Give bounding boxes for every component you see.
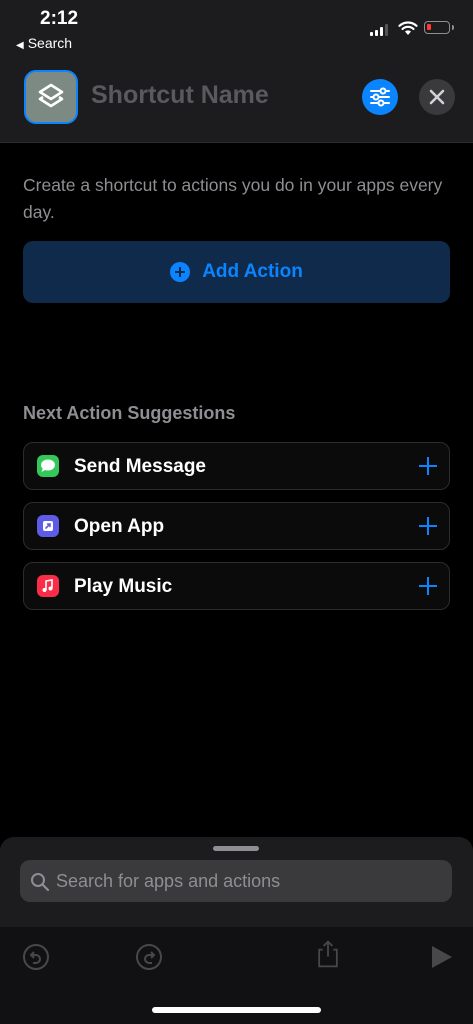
shortcut-icon-button[interactable] — [24, 70, 78, 124]
undo-icon[interactable] — [21, 942, 51, 972]
status-bar: 2:12 ◀ Search — [0, 0, 473, 58]
redo-icon[interactable] — [134, 942, 164, 972]
battery-level — [427, 24, 431, 30]
suggestion-label: Play Music — [74, 576, 173, 597]
add-suggestion-plus-icon[interactable] — [419, 517, 437, 535]
add-action-button[interactable]: Add Action — [23, 241, 450, 303]
back-app-label: Search — [27, 35, 73, 51]
home-indicator[interactable] — [152, 1007, 321, 1013]
add-action-label: Add Action — [202, 261, 303, 282]
editor-header: Shortcut Name — [0, 58, 473, 143]
back-triangle-icon: ◀ — [16, 40, 24, 51]
sheet-grabber[interactable] — [213, 846, 259, 851]
add-suggestion-plus-icon[interactable] — [419, 457, 437, 475]
search-icon — [31, 873, 50, 892]
add-suggestion-plus-icon[interactable] — [419, 577, 437, 595]
wifi-icon — [398, 21, 418, 35]
layers-icon — [38, 83, 64, 108]
cellular-signal-icon — [370, 24, 390, 36]
battery-icon — [424, 21, 454, 34]
suggestion-play-music[interactable]: Play Music — [23, 562, 450, 610]
details-settings-button[interactable] — [362, 79, 398, 115]
suggestion-label: Open App — [74, 516, 165, 537]
open-app-icon — [37, 515, 59, 537]
search-field[interactable] — [20, 860, 452, 902]
suggestion-send-message[interactable]: Send Message — [23, 442, 450, 490]
close-button[interactable] — [419, 79, 455, 115]
action-search-sheet — [0, 837, 473, 1024]
suggestions-heading: Next Action Suggestions — [23, 403, 236, 423]
empty-state-description: Create a shortcut to actions you do in y… — [23, 175, 443, 222]
close-icon — [429, 89, 445, 105]
suggestion-label: Send Message — [74, 456, 206, 477]
play-icon[interactable] — [426, 942, 456, 972]
share-icon[interactable] — [313, 939, 343, 969]
search-input[interactable] — [56, 860, 446, 902]
back-to-app-link[interactable]: ◀ Search — [16, 35, 72, 51]
battery-nub — [452, 25, 454, 30]
shortcut-name-field[interactable]: Shortcut Name — [91, 81, 269, 110]
sliders-icon — [370, 87, 390, 107]
suggestion-open-app[interactable]: Open App — [23, 502, 450, 550]
status-time: 2:12 — [40, 8, 79, 29]
music-icon — [37, 575, 59, 597]
plus-circle-icon — [170, 262, 191, 282]
messages-icon — [37, 455, 59, 477]
